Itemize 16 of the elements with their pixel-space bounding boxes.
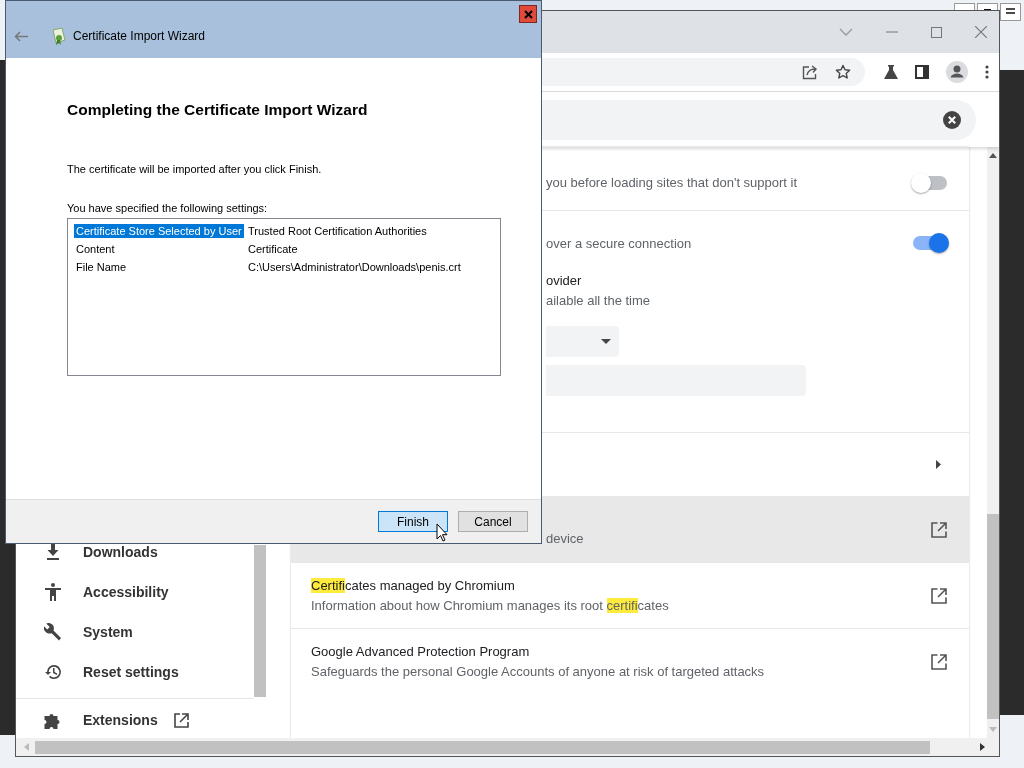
setting-description: you before loading sites that don't support it xyxy=(546,175,798,190)
window-title: Certificate Import Wizard xyxy=(73,29,206,43)
setting-description: over a secure connection xyxy=(546,235,692,251)
list-cell-text: C:\Users\Administrator\Downloads\penis.crt xyxy=(247,261,461,273)
setting-description: ailable all the time xyxy=(546,293,652,308)
list-cell-text: Trusted Root Certification Authorities xyxy=(247,225,427,237)
setting-description: Safeguards the personal Google Accounts of anyone at risk of targeted attacks xyxy=(311,664,765,679)
setting-description: device xyxy=(546,531,584,546)
setting-label: Google Advanced Protection Program xyxy=(311,644,531,659)
settings-label: You have specified the following settings: xyxy=(67,202,269,214)
wizard-heading: Completing the Certificate Import Wizard xyxy=(67,101,369,119)
setting-label: ovider xyxy=(546,273,583,288)
instruction-text: The certificate will be imported after you click Finish. xyxy=(67,163,323,175)
setting-label: Certificates managed by Chromium xyxy=(311,578,516,593)
list-cell-text: Certificate xyxy=(247,243,298,255)
setting-description: Information about how Chromium manages its root certificates xyxy=(311,598,669,613)
